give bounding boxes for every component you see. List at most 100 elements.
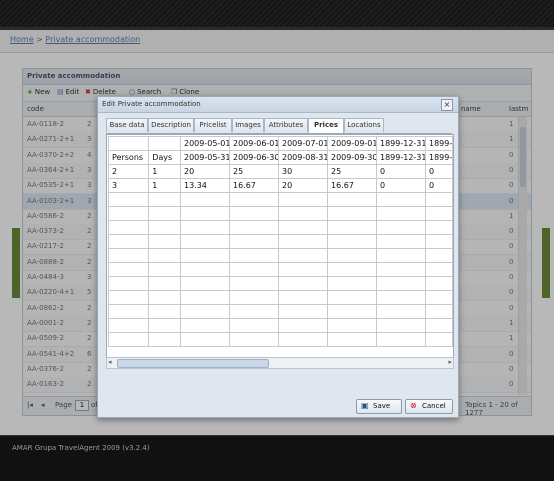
grid-cell[interactable] bbox=[277, 332, 328, 347]
grid-cell[interactable] bbox=[148, 290, 181, 305]
grid-cell[interactable] bbox=[375, 318, 426, 333]
grid-cell[interactable] bbox=[375, 234, 426, 249]
grid-cell[interactable] bbox=[375, 206, 426, 221]
grid-cell[interactable] bbox=[179, 304, 230, 319]
tab-prices[interactable]: Prices bbox=[308, 118, 344, 133]
grid-cell[interactable] bbox=[148, 234, 181, 249]
grid-cell[interactable] bbox=[424, 248, 453, 263]
grid-cell[interactable]: Persons bbox=[107, 150, 150, 165]
grid-cell[interactable] bbox=[277, 234, 328, 249]
cancel-button[interactable]: ⊗ Cancel bbox=[405, 399, 453, 414]
grid-cell[interactable] bbox=[148, 192, 181, 207]
grid-cell[interactable] bbox=[326, 304, 377, 319]
grid-cell[interactable] bbox=[107, 192, 150, 207]
dialog-title-bar[interactable]: Edit Private accommodation × bbox=[98, 97, 458, 113]
grid-cell[interactable] bbox=[179, 262, 230, 277]
grid-cell[interactable]: 0 bbox=[424, 178, 453, 193]
grid-cell[interactable] bbox=[277, 220, 328, 235]
grid-horizontal-scrollbar[interactable]: ◂ ▸ bbox=[106, 357, 454, 369]
grid-cell[interactable] bbox=[148, 276, 181, 291]
grid-cell[interactable] bbox=[424, 276, 453, 291]
grid-cell[interactable]: 16.67 bbox=[326, 178, 377, 193]
grid-cell[interactable] bbox=[107, 304, 150, 319]
grid-cell[interactable] bbox=[228, 220, 279, 235]
grid-cell[interactable] bbox=[107, 206, 150, 221]
grid-cell[interactable] bbox=[326, 262, 377, 277]
grid-cell[interactable]: 3 bbox=[107, 178, 150, 193]
grid-cell[interactable] bbox=[107, 248, 150, 263]
grid-cell[interactable] bbox=[375, 332, 426, 347]
grid-cell[interactable] bbox=[375, 262, 426, 277]
grid-cell[interactable] bbox=[228, 318, 279, 333]
grid-cell[interactable]: 16.67 bbox=[228, 178, 279, 193]
grid-cell[interactable]: 0 bbox=[375, 178, 426, 193]
grid-cell[interactable] bbox=[424, 192, 453, 207]
grid-cell[interactable]: 2009-09-30 bbox=[326, 150, 377, 165]
grid-cell[interactable]: 2009-05-31 bbox=[179, 150, 230, 165]
close-icon[interactable]: × bbox=[441, 99, 453, 111]
grid-cell[interactable] bbox=[424, 318, 453, 333]
grid-cell[interactable] bbox=[424, 234, 453, 249]
grid-cell[interactable]: 1899-12-31 bbox=[375, 136, 426, 151]
grid-cell[interactable]: 0 bbox=[424, 164, 453, 179]
grid-cell[interactable]: Days bbox=[148, 150, 181, 165]
tab-description[interactable]: Description bbox=[148, 118, 194, 132]
grid-cell[interactable] bbox=[107, 262, 150, 277]
grid-cell[interactable] bbox=[148, 332, 181, 347]
grid-cell[interactable] bbox=[179, 206, 230, 221]
grid-cell[interactable] bbox=[326, 332, 377, 347]
grid-cell[interactable]: 2009-08-31 bbox=[277, 150, 328, 165]
grid-cell[interactable]: 20 bbox=[277, 178, 328, 193]
grid-cell[interactable] bbox=[375, 304, 426, 319]
grid-cell[interactable] bbox=[179, 220, 230, 235]
grid-cell[interactable] bbox=[148, 220, 181, 235]
grid-cell[interactable]: 25 bbox=[228, 164, 279, 179]
save-button[interactable]: ▣ Save bbox=[356, 399, 402, 414]
grid-cell[interactable] bbox=[179, 234, 230, 249]
grid-cell[interactable] bbox=[326, 220, 377, 235]
grid-cell[interactable] bbox=[424, 206, 453, 221]
grid-cell[interactable] bbox=[107, 136, 150, 151]
tab-images[interactable]: Images bbox=[232, 118, 264, 132]
grid-cell[interactable]: 13.34 bbox=[179, 178, 230, 193]
grid-cell[interactable] bbox=[375, 248, 426, 263]
grid-cell[interactable] bbox=[277, 262, 328, 277]
grid-cell[interactable] bbox=[148, 206, 181, 221]
grid-cell[interactable] bbox=[277, 206, 328, 221]
grid-cell[interactable] bbox=[179, 332, 230, 347]
grid-cell[interactable] bbox=[179, 248, 230, 263]
grid-cell[interactable] bbox=[277, 276, 328, 291]
grid-cell[interactable] bbox=[179, 318, 230, 333]
grid-cell[interactable] bbox=[107, 332, 150, 347]
grid-cell[interactable] bbox=[107, 276, 150, 291]
grid-cell[interactable] bbox=[326, 290, 377, 305]
grid-cell[interactable] bbox=[277, 304, 328, 319]
grid-cell[interactable]: 2009-09-01 bbox=[326, 136, 377, 151]
grid-cell[interactable] bbox=[375, 192, 426, 207]
grid-cell[interactable] bbox=[228, 332, 279, 347]
tab-locations[interactable]: Locations bbox=[344, 118, 384, 132]
grid-cell[interactable]: 25 bbox=[326, 164, 377, 179]
grid-cell[interactable] bbox=[179, 276, 230, 291]
grid-cell[interactable]: 2009-06-30 bbox=[228, 150, 279, 165]
grid-cell[interactable] bbox=[179, 192, 230, 207]
grid-cell[interactable] bbox=[375, 220, 426, 235]
grid-cell[interactable]: 0 bbox=[375, 164, 426, 179]
grid-cell[interactable] bbox=[179, 290, 230, 305]
tab-base-data[interactable]: Base data bbox=[106, 118, 148, 132]
grid-cell[interactable] bbox=[326, 206, 377, 221]
grid-cell[interactable]: 30 bbox=[277, 164, 328, 179]
grid-cell[interactable] bbox=[148, 262, 181, 277]
grid-cell[interactable] bbox=[326, 318, 377, 333]
grid-cell[interactable]: 1899- bbox=[424, 150, 453, 165]
grid-cell[interactable]: 2009-07-01 bbox=[277, 136, 328, 151]
grid-cell[interactable] bbox=[228, 248, 279, 263]
grid-cell[interactable]: 1899-12-31 bbox=[375, 150, 426, 165]
grid-cell[interactable] bbox=[228, 276, 279, 291]
grid-cell[interactable] bbox=[326, 192, 377, 207]
grid-cell[interactable] bbox=[107, 220, 150, 235]
grid-cell[interactable] bbox=[424, 220, 453, 235]
grid-cell[interactable] bbox=[277, 318, 328, 333]
grid-cell[interactable] bbox=[107, 290, 150, 305]
grid-cell[interactable] bbox=[375, 276, 426, 291]
